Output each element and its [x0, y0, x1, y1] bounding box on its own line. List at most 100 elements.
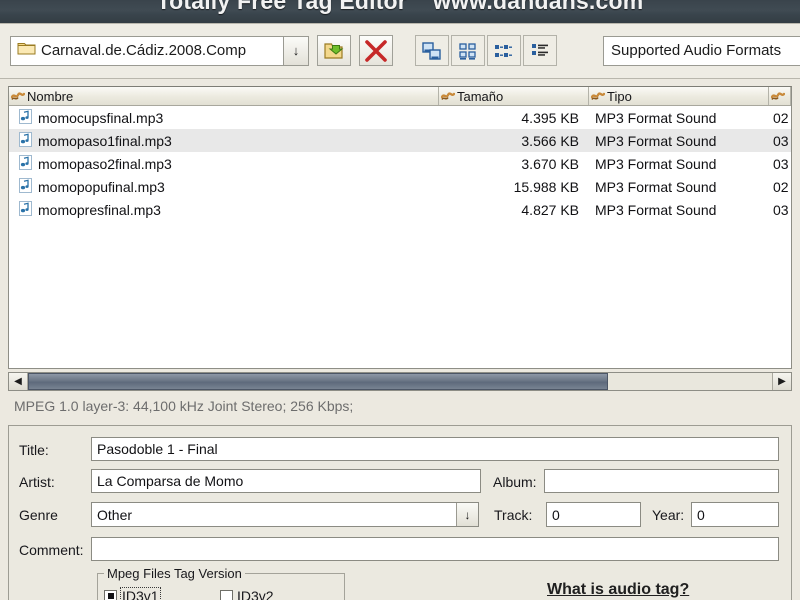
column-header-label: Tamaño — [457, 88, 504, 104]
close-icon — [365, 39, 387, 62]
app-window: Totally Free Tag Editor www.dandans.com C… — [0, 0, 800, 600]
genre-select[interactable]: Other ↓ — [91, 502, 479, 527]
file-list[interactable]: Nombre Tamaño Tipo momocupsfinal.mp3 4.395 … — [8, 86, 792, 369]
column-sort-icon — [590, 89, 606, 104]
open-folder-button[interactable] — [317, 35, 351, 66]
year-field-label: Year: — [652, 507, 685, 523]
details-view-icon — [532, 43, 548, 56]
title-field-label: Title: — [19, 442, 49, 458]
music-note-icon — [19, 200, 32, 219]
file-name-cell: momopaso2final.mp3 — [9, 154, 439, 173]
file-name-text: momopaso2final.mp3 — [38, 155, 172, 172]
column-header-label: Nombre — [27, 88, 74, 104]
file-extra-cell: 03 — [773, 132, 789, 149]
file-extra-cell: 02 — [773, 109, 789, 126]
file-name-cell: momopresfinal.mp3 — [9, 200, 439, 219]
audio-info-status: MPEG 1.0 layer-3: 44,100 kHz Joint Stere… — [14, 398, 354, 414]
tag-version-group-label: Mpeg Files Tag Version — [104, 566, 245, 581]
tag-edit-panel: Title: Pasodoble 1 - Final Artist: La Co… — [8, 425, 792, 600]
file-row[interactable]: momocupsfinal.mp3 4.395 KB MP3 Format Soun… — [9, 106, 791, 129]
app-website: www.dandans.com — [432, 0, 644, 14]
title-bar-text: Totally Free Tag Editor www.dandans.com — [0, 0, 800, 15]
title-input[interactable]: Pasodoble 1 - Final — [91, 437, 779, 461]
tag-version-group: Mpeg Files Tag Version ID3v1 ID3v2 — [97, 566, 345, 600]
file-name-cell: momocupsfinal.mp3 — [9, 108, 439, 127]
file-name-text: momopaso1final.mp3 — [38, 132, 172, 149]
hscrollbar-thumb[interactable] — [28, 373, 609, 390]
view-tiles-button[interactable] — [487, 35, 521, 66]
folder-path-dropdown-icon[interactable]: ↓ — [284, 35, 309, 66]
genre-field-label: Genre — [19, 507, 58, 523]
view-details-button[interactable] — [523, 35, 557, 66]
column-header-tamaño[interactable]: Tamaño — [439, 87, 589, 105]
music-note-icon — [19, 131, 32, 150]
view-mode-button-group — [415, 35, 557, 66]
thumbnails-view-icon — [422, 41, 441, 60]
folder-path-text: Carnaval.de.Cádiz.2008.Comp — [41, 43, 247, 58]
folder-icon — [17, 40, 36, 61]
file-name-cell: momopaso1final.mp3 — [9, 131, 439, 150]
title-bar: Totally Free Tag Editor www.dandans.com — [0, 0, 800, 23]
id3v2-checkbox[interactable]: ID3v2 — [220, 588, 274, 600]
file-list-body[interactable]: momocupsfinal.mp3 4.395 KB MP3 Format Soun… — [9, 106, 791, 221]
audio-format-filter-combo[interactable]: Supported Audio Formats — [603, 35, 800, 66]
file-type-cell: MP3 Format Sound — [595, 201, 717, 218]
what-is-audio-tag-link[interactable]: What is audio tag? — [547, 581, 689, 599]
id3v2-label: ID3v2 — [237, 588, 274, 600]
file-type-cell: MP3 Format Sound — [595, 109, 717, 126]
tiles-view-icon — [495, 44, 512, 57]
file-row[interactable]: momopresfinal.mp3 4.827 KB MP3 Format Soun… — [9, 198, 791, 221]
comment-input[interactable] — [91, 537, 779, 561]
file-type-cell: MP3 Format Sound — [595, 132, 717, 149]
file-size-cell: 3.566 KB — [521, 132, 579, 149]
audio-format-filter-value: Supported Audio Formats — [611, 42, 782, 59]
file-row[interactable]: momopaso1final.mp3 3.566 KB MP3 Format Sou… — [9, 129, 791, 152]
file-size-cell: 15.988 KB — [513, 178, 579, 195]
file-name-text: momocupsfinal.mp3 — [38, 109, 164, 126]
icons-view-icon — [459, 42, 476, 60]
scroll-left-icon[interactable]: ◀ — [9, 373, 28, 390]
music-note-icon — [19, 154, 32, 173]
column-sort-icon — [10, 89, 26, 104]
file-name-cell: momopopufinal.mp3 — [9, 177, 439, 196]
track-input[interactable]: 0 — [546, 502, 641, 527]
open-folder-icon — [324, 42, 344, 59]
file-list-hscrollbar[interactable]: ◀ ▶ — [8, 372, 792, 391]
file-row[interactable]: momopopufinal.mp3 15.988 KB MP3 Format Sou… — [9, 175, 791, 198]
column-header-extra[interactable] — [769, 87, 791, 105]
genre-dropdown-icon[interactable]: ↓ — [456, 503, 478, 526]
file-name-text: momopresfinal.mp3 — [38, 201, 161, 218]
id3v1-checkbox-box[interactable] — [104, 589, 117, 600]
artist-input[interactable]: La Comparsa de Momo — [91, 469, 481, 493]
comment-field-label: Comment: — [19, 542, 84, 558]
column-sort-icon — [770, 89, 786, 104]
hscrollbar-track[interactable] — [28, 373, 772, 390]
file-size-cell: 3.670 KB — [521, 155, 579, 172]
folder-path-combo[interactable]: Carnaval.de.Cádiz.2008.Comp — [10, 35, 284, 66]
column-header-nombre[interactable]: Nombre — [9, 87, 439, 105]
id3v1-checkbox[interactable]: ID3v1 — [104, 587, 161, 600]
view-icons-button[interactable] — [451, 35, 485, 66]
music-note-icon — [19, 177, 32, 196]
column-header-label: Tipo — [607, 88, 632, 104]
close-file-button[interactable] — [359, 35, 393, 66]
file-type-cell: MP3 Format Sound — [595, 155, 717, 172]
scroll-right-icon[interactable]: ▶ — [772, 373, 791, 390]
column-header-tipo[interactable]: Tipo — [589, 87, 769, 105]
id3v2-checkbox-box[interactable] — [220, 589, 233, 600]
file-row[interactable]: momopaso2final.mp3 3.670 KB MP3 Format Sou… — [9, 152, 791, 175]
year-input[interactable]: 0 — [691, 502, 779, 527]
artist-field-label: Artist: — [19, 474, 55, 490]
album-input[interactable] — [544, 469, 779, 493]
column-sort-icon — [440, 89, 456, 104]
view-thumbnails-button[interactable] — [415, 35, 449, 66]
file-size-cell: 4.395 KB — [521, 109, 579, 126]
file-extra-cell: 03 — [773, 155, 789, 172]
file-extra-cell: 02 — [773, 178, 789, 195]
app-title: Totally Free Tag Editor — [156, 0, 407, 14]
toolbar: Carnaval.de.Cádiz.2008.Comp ↓ Supported … — [0, 23, 800, 79]
file-name-text: momopopufinal.mp3 — [38, 178, 165, 195]
file-size-cell: 4.827 KB — [521, 201, 579, 218]
file-list-header: Nombre Tamaño Tipo — [9, 87, 791, 106]
file-extra-cell: 03 — [773, 201, 789, 218]
